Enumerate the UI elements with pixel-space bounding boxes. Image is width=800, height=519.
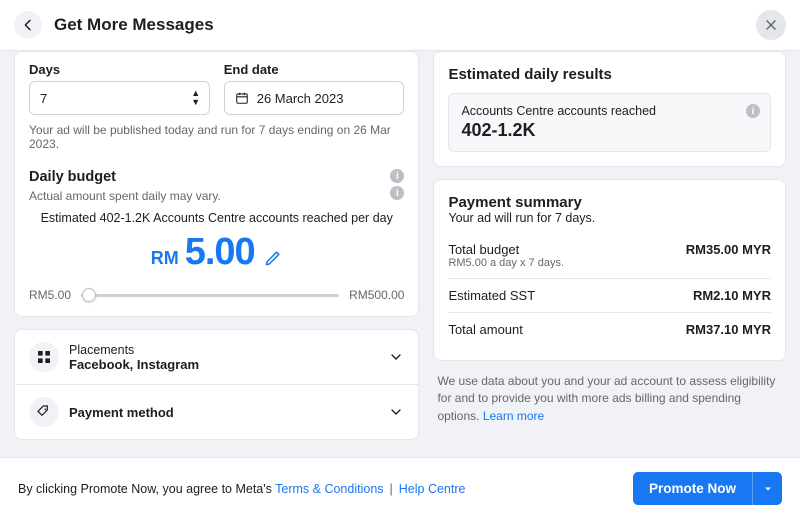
tag-icon [29,397,59,427]
placements-label: Placements [69,343,199,357]
chevron-down-icon [388,349,404,365]
disclaimer-text: We use data about you and your ad accoun… [433,373,786,425]
enddate-label: End date [224,62,405,77]
left-column: Days 7 ▲ ▼ End date 26 March 2023 [14,51,419,443]
page-title: Get More Messages [54,15,214,35]
footer: By clicking Promote Now, you agree to Me… [0,457,800,519]
right-column: Estimated daily results Accounts Centre … [433,51,786,443]
footer-text: By clicking Promote Now, you agree to Me… [18,482,465,496]
stepper-down[interactable]: ▼ [189,98,203,107]
promote-now-button[interactable]: Promote Now [633,472,752,505]
reach-box: Accounts Centre accounts reached 402-1.2… [448,93,771,152]
placements-row[interactable]: Placements Facebook, Instagram [15,330,418,384]
promote-dropdown-button[interactable] [752,472,782,505]
caret-down-icon [762,483,774,495]
separator: | [390,482,393,496]
payment-method-label: Payment method [69,405,174,420]
payment-method-row[interactable]: Payment method [15,384,418,439]
enddate-input[interactable]: 26 March 2023 [224,81,405,115]
budget-subtitle: Actual amount spent daily may vary. [29,189,221,203]
pay-label: Total amount [448,322,522,337]
budget-estimate: Estimated 402-1.2K Accounts Centre accou… [29,211,404,225]
info-icon[interactable]: i [390,169,404,183]
budget-slider[interactable] [81,289,339,301]
pay-label: Total budget [448,242,564,257]
pay-row-sst: Estimated SST RM2.10 MYR [448,278,771,312]
slider-max: RM500.00 [349,288,404,302]
pay-value: RM2.10 MYR [693,288,771,303]
help-centre-link[interactable]: Help Centre [399,482,466,496]
estimated-title: Estimated daily results [448,66,771,83]
summary-subtitle: Your ad will run for 7 days. [448,211,771,225]
payment-summary-card: Payment summary Your ad will run for 7 d… [433,179,786,361]
reach-label: Accounts Centre accounts reached [461,104,758,118]
placements-value: Facebook, Instagram [69,357,199,372]
grid-icon [29,342,59,372]
amount-value: 5.00 [185,231,255,274]
currency-label: RM [151,248,179,269]
pencil-icon [263,248,283,268]
pay-row-total: Total amount RM37.10 MYR [448,312,771,346]
options-card: Placements Facebook, Instagram Payment m… [14,329,419,440]
close-button[interactable] [756,10,786,40]
pay-sub: RM5.00 a day x 7 days. [448,257,564,269]
chevron-down-icon [388,404,404,420]
budget-title: Daily budget [29,169,221,185]
estimated-results-card: Estimated daily results Accounts Centre … [433,51,786,167]
slider-track [81,294,339,297]
pay-row-total-budget: Total budget RM5.00 a day x 7 days. RM35… [448,233,771,278]
days-label: Days [29,62,210,77]
enddate-value: 26 March 2023 [257,91,344,106]
days-value: 7 [40,91,47,106]
days-input[interactable]: 7 ▲ ▼ [29,81,210,115]
learn-more-link[interactable]: Learn more [483,409,544,423]
pay-label: Estimated SST [448,288,535,303]
pay-value: RM37.10 MYR [686,322,771,337]
close-icon [764,18,778,32]
terms-link[interactable]: Terms & Conditions [275,482,383,496]
slider-min: RM5.00 [29,288,71,302]
arrow-left-icon [20,17,36,33]
summary-title: Payment summary [448,194,771,211]
header: Get More Messages [0,0,800,51]
main-content: Days 7 ▲ ▼ End date 26 March 2023 [0,51,800,457]
reach-value: 402-1.2K [461,120,758,141]
duration-card: Days 7 ▲ ▼ End date 26 March 2023 [14,51,419,317]
pay-value: RM35.00 MYR [686,242,771,269]
budget-amount-display: RM 5.00 [29,231,404,274]
footer-prefix: By clicking Promote Now, you agree to Me… [18,482,275,496]
edit-amount-button[interactable] [263,248,283,268]
info-icon[interactable]: i [746,104,760,118]
publish-note: Your ad will be published today and run … [29,123,404,151]
info-icon[interactable]: i [390,186,404,200]
back-button[interactable] [14,11,42,39]
calendar-icon [235,91,249,105]
slider-knob[interactable] [82,288,96,302]
